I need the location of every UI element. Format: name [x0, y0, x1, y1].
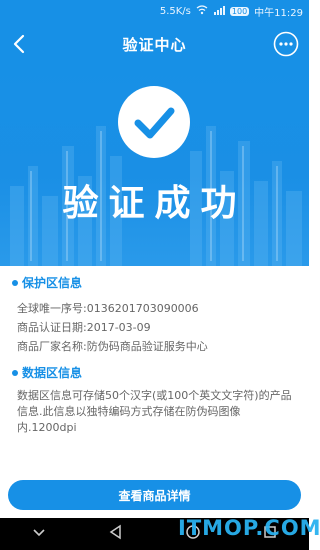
bullet-dot-icon — [12, 279, 18, 286]
vendor-name: 商品厂家名称:防伪码商品验证服务中心 — [17, 340, 208, 353]
view-product-details-button[interactable]: 查看商品详情 — [8, 480, 301, 510]
app-header: 验证中心 — [0, 22, 309, 66]
serial-number: 全球唯一序号:0136201703090006 — [17, 302, 199, 315]
chevron-down-icon — [33, 529, 45, 537]
site-watermark: ITMOP.COM — [178, 516, 320, 540]
check-circle-icon — [118, 86, 190, 158]
wifi-icon — [196, 4, 208, 18]
protect-section-title: 保护区信息 — [12, 274, 82, 291]
more-button[interactable] — [273, 31, 299, 57]
chevron-left-icon — [13, 34, 25, 54]
page-title: 验证中心 — [122, 35, 187, 54]
signal-icon — [213, 5, 225, 18]
status-bar: 5.5K/s 100 中午11:29 — [0, 0, 309, 22]
success-title: 验证成功 — [62, 183, 247, 224]
data-description: 数据区信息可存储50个汉字(或100个英文文字符)的产品信息.此信息以独特编码方… — [17, 389, 292, 434]
protect-section-label: 保护区信息 — [22, 276, 83, 290]
network-speed: 5.5K/s — [159, 5, 191, 17]
data-section-label: 数据区信息 — [22, 366, 83, 380]
data-section-title: 数据区信息 — [12, 364, 82, 381]
ellipsis-circle-icon — [273, 31, 299, 57]
triangle-back-icon — [109, 524, 121, 540]
battery-badge: 100 — [229, 6, 250, 16]
success-banner: 验证成功 — [0, 66, 309, 266]
status-time: 中午11:29 — [254, 7, 303, 19]
certification-date: 商品认证日期:2017-03-09 — [17, 321, 151, 334]
nav-back-button[interactable] — [107, 523, 125, 545]
nav-collapse-button[interactable] — [30, 523, 48, 545]
back-button[interactable] — [8, 32, 32, 56]
bullet-dot-icon — [12, 369, 18, 376]
